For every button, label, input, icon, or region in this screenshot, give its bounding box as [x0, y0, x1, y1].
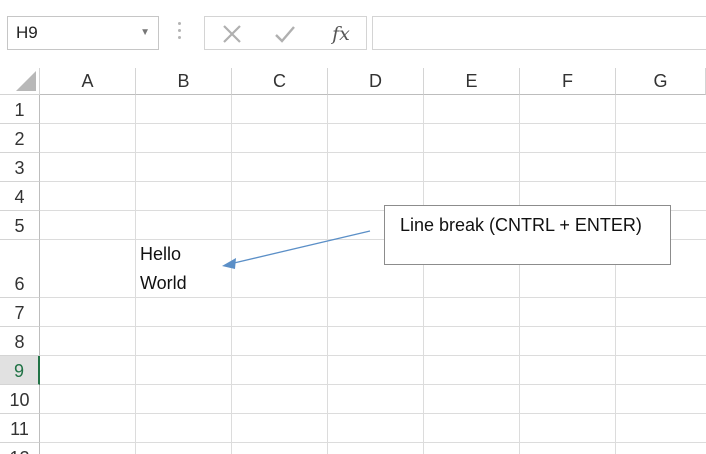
row-header-6[interactable]: 6: [0, 240, 40, 298]
name-box[interactable]: H9 ▼: [7, 16, 159, 50]
grid-line: [327, 95, 328, 454]
grip-icon[interactable]: [176, 22, 182, 44]
grid-line: [40, 181, 706, 182]
grid-line: [519, 95, 520, 454]
formula-buttons: fx: [204, 16, 367, 50]
row-header-3[interactable]: 3: [0, 153, 40, 182]
row-header-12[interactable]: 12: [0, 443, 40, 454]
row-header-2[interactable]: 2: [0, 124, 40, 153]
row-header-10[interactable]: 10: [0, 385, 40, 414]
row-header-1[interactable]: 1: [0, 95, 40, 124]
formula-input[interactable]: [372, 16, 706, 50]
select-all-button[interactable]: [0, 68, 40, 95]
grid-line: [40, 413, 706, 414]
row-header-11[interactable]: 11: [0, 414, 40, 443]
column-header-b[interactable]: B: [136, 68, 232, 95]
column-header-g[interactable]: G: [616, 68, 706, 95]
row-header-9[interactable]: 9: [0, 356, 40, 385]
cell-b6[interactable]: Hello World: [136, 240, 232, 298]
name-box-value: H9: [16, 23, 38, 42]
cancel-icon[interactable]: [219, 21, 245, 47]
row-header-8[interactable]: 8: [0, 327, 40, 356]
grid-line: [40, 152, 706, 153]
grid-line: [40, 384, 706, 385]
dropdown-icon[interactable]: ▼: [140, 17, 150, 49]
grid-line: [423, 95, 424, 454]
insert-function-icon[interactable]: fx: [323, 21, 359, 47]
grid-line: [40, 355, 706, 356]
column-header-f[interactable]: F: [520, 68, 616, 95]
callout-box[interactable]: Line break (CNTRL + ENTER): [384, 205, 671, 265]
column-header-c[interactable]: C: [232, 68, 328, 95]
row-header-4[interactable]: 4: [0, 182, 40, 211]
column-header-a[interactable]: A: [40, 68, 136, 95]
row-header-5[interactable]: 5: [0, 211, 40, 240]
callout-text: Line break (CNTRL + ENTER): [400, 215, 642, 235]
formula-bar: H9 ▼ fx: [0, 0, 706, 68]
enter-check-icon[interactable]: [272, 21, 298, 47]
grid-line: [40, 326, 706, 327]
column-header-e[interactable]: E: [424, 68, 520, 95]
column-header-d[interactable]: D: [328, 68, 424, 95]
grid-line: [40, 123, 706, 124]
grid-line: [40, 442, 706, 443]
row-header-7[interactable]: 7: [0, 298, 40, 327]
grid-line: [615, 95, 616, 454]
